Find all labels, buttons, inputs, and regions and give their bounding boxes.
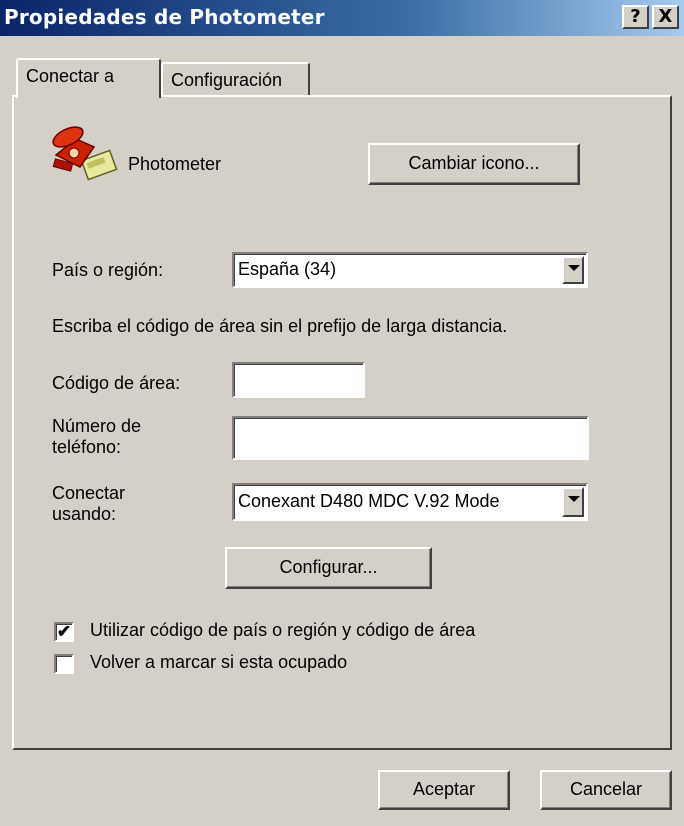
redial-label[interactable]: Volver a marcar si esta ocupado [90, 652, 347, 673]
help-button[interactable]: ? [622, 5, 649, 29]
connection-name: Photometer [128, 154, 222, 174]
area-hint: Escriba el código de área sin el prefijo… [52, 316, 508, 336]
country-select[interactable]: España (34) [232, 252, 588, 288]
use-area-code-checkbox[interactable]: ✔ [54, 622, 74, 642]
telephone-icon [52, 126, 118, 181]
tab-label: Configuración [171, 70, 283, 90]
window-title: Propiedades de Photometer [4, 5, 325, 29]
modem-value: Conexant D480 MDC V.92 Mode [238, 491, 500, 511]
connect-using-line2: usando: [52, 504, 117, 524]
area-code-field[interactable] [232, 362, 365, 398]
chevron-down-icon[interactable] [562, 256, 584, 284]
country-value: España (34) [238, 259, 337, 279]
change-icon-button[interactable]: Cambiar icono... [368, 143, 580, 185]
phone-label: Número de teléfono: [52, 416, 141, 458]
tab-label: Conectar a [26, 66, 115, 86]
title-bar[interactable]: Propiedades de Photometer ? X [0, 0, 684, 36]
ok-button[interactable]: Aceptar [378, 770, 510, 810]
area-code-label: Código de área: [52, 373, 181, 393]
close-button[interactable]: X [652, 5, 679, 29]
cancel-button[interactable]: Cancelar [540, 770, 672, 810]
phone-label-line2: teléfono: [52, 437, 122, 457]
tab-configuracion[interactable]: Configuración [161, 62, 310, 96]
redial-checkbox[interactable] [54, 654, 74, 674]
tab-conectar-a[interactable]: Conectar a [16, 58, 161, 98]
phone-number-field[interactable] [232, 416, 589, 460]
configure-button[interactable]: Configurar... [225, 547, 432, 589]
connect-using-line1: Conectar [52, 483, 126, 503]
phone-label-line1: Número de [52, 416, 142, 436]
use-area-code-label[interactable]: Utilizar código de país o región y códig… [90, 620, 475, 641]
modem-select[interactable]: Conexant D480 MDC V.92 Mode [232, 483, 588, 521]
chevron-down-icon[interactable] [562, 487, 584, 517]
country-label: País o región: [52, 260, 164, 280]
connect-using-label: Conectar usando: [52, 483, 125, 525]
